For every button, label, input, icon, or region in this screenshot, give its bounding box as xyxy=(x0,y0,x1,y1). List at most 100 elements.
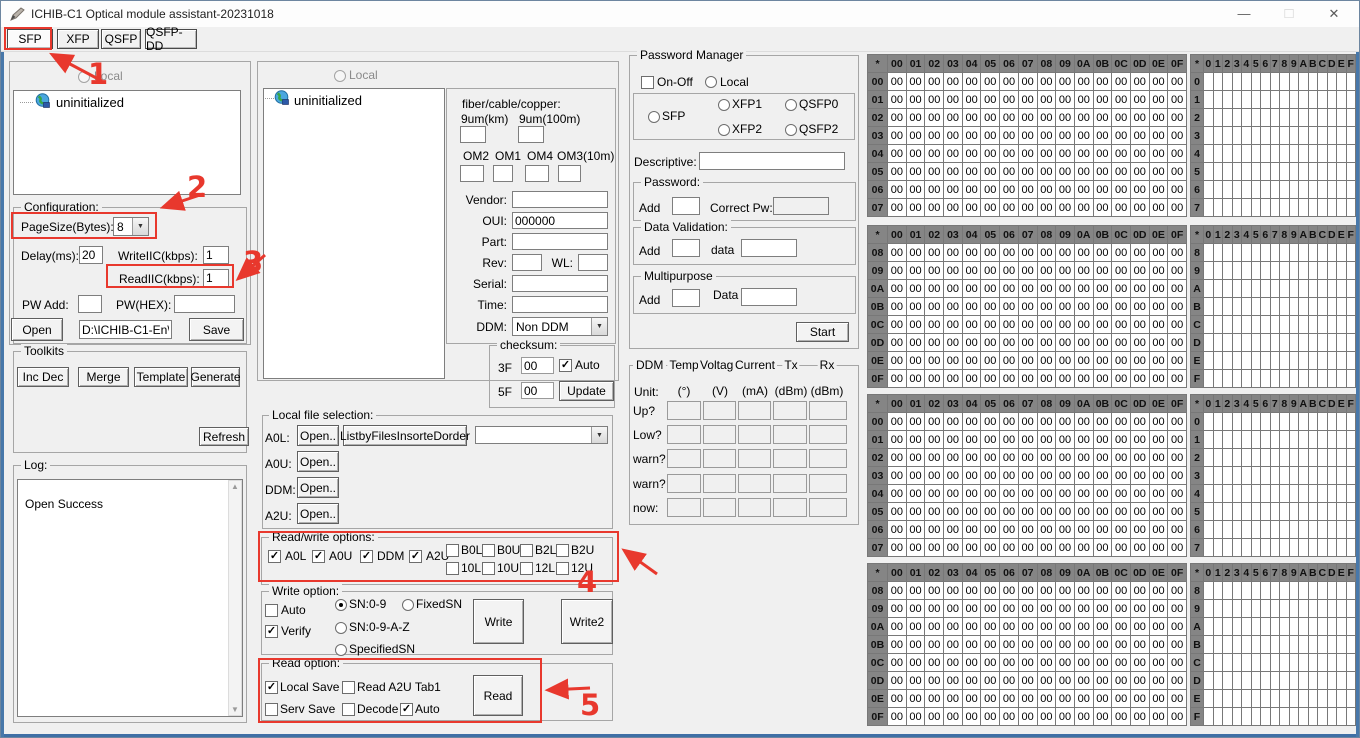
toolkit-merge-button[interactable]: Merge xyxy=(78,367,129,387)
sm-km-input[interactable] xyxy=(460,126,486,143)
write-sn-radio-3[interactable] xyxy=(335,644,347,656)
om4-input[interactable] xyxy=(525,165,549,182)
checksum-3f-input[interactable] xyxy=(521,357,554,374)
pm-mp-data-input[interactable] xyxy=(741,288,797,306)
ascii-table[interactable]: *0123456789ABCDEF89ABCDEF xyxy=(1190,563,1356,726)
chevron-down-icon[interactable]: ▼ xyxy=(591,318,607,335)
ddm-combo[interactable]: Non DDM▼ xyxy=(512,317,608,336)
log-scrollbar[interactable]: ▲ ▼ xyxy=(228,480,242,716)
read-option-auto-checkbox[interactable] xyxy=(400,703,413,716)
file-open-button-ddm[interactable]: Open.. xyxy=(297,477,339,498)
hex-table[interactable]: *000102030405060708090A0B0C0D0E0F0000000… xyxy=(867,54,1187,217)
serial-input[interactable] xyxy=(512,275,608,292)
write-sn-radio-0[interactable] xyxy=(335,599,347,611)
oui-input[interactable] xyxy=(512,212,608,229)
write-verify-checkbox[interactable] xyxy=(265,625,278,638)
rw-option-a0l-checkbox[interactable] xyxy=(268,550,281,563)
pm-module-radio-qsfp0[interactable] xyxy=(785,99,797,111)
pm-dv-add-input[interactable] xyxy=(672,239,700,257)
path-input[interactable] xyxy=(79,320,172,339)
pagesize-combo[interactable]: 8▼ xyxy=(113,217,149,236)
write2-button[interactable]: Write2 xyxy=(561,599,613,644)
log-box[interactable] xyxy=(17,479,243,717)
pm-module-radio-qsfp2[interactable] xyxy=(785,124,797,136)
middle-local-radio[interactable] xyxy=(334,70,346,82)
hex-table[interactable]: *000102030405060708090A0B0C0D0E0F0000000… xyxy=(867,394,1187,557)
pm-correct-pw-input[interactable] xyxy=(773,197,829,215)
toolkit-template-button[interactable]: Template xyxy=(134,367,188,387)
left-tree-item[interactable]: uninitialized xyxy=(56,95,124,110)
sm-100m-input[interactable] xyxy=(518,126,544,143)
rw-option-10l-checkbox[interactable] xyxy=(446,562,459,575)
close-icon[interactable]: ✕ xyxy=(1319,4,1349,24)
tab-qsfp[interactable]: QSFP xyxy=(101,29,141,49)
rev-input[interactable] xyxy=(512,254,542,271)
write-sn-radio-2[interactable] xyxy=(335,622,347,634)
part-input[interactable] xyxy=(512,233,608,250)
ascii-table[interactable]: *0123456789ABCDEF01234567 xyxy=(1190,54,1356,217)
pm-module-radio-sfp[interactable] xyxy=(648,111,660,123)
pw-add-input[interactable] xyxy=(78,295,102,313)
left-local-radio[interactable] xyxy=(78,71,90,83)
rw-option-b0l-checkbox[interactable] xyxy=(446,544,459,557)
rw-option-ddm-checkbox[interactable] xyxy=(360,550,373,563)
ascii-table[interactable]: *0123456789ABCDEF01234567 xyxy=(1190,394,1356,557)
rw-option-b0u-checkbox[interactable] xyxy=(482,544,495,557)
rw-option-a2u-checkbox[interactable] xyxy=(409,550,422,563)
ascii-table[interactable]: *0123456789ABCDEF89ABCDEF xyxy=(1190,225,1356,388)
tab-sfp[interactable]: SFP xyxy=(7,29,53,49)
minimize-icon[interactable]: — xyxy=(1229,4,1259,24)
file-combo[interactable]: ▼ xyxy=(475,426,608,444)
readiic-input[interactable] xyxy=(203,269,229,287)
rw-option-10u-checkbox[interactable] xyxy=(482,562,495,575)
checksum-auto-checkbox[interactable] xyxy=(559,359,572,372)
save-button[interactable]: Save xyxy=(189,318,244,341)
refresh-button[interactable]: Refresh xyxy=(199,427,249,446)
list-by-files-button[interactable]: ListbyFilesInsorteDorder xyxy=(343,425,467,446)
toolkit-generate-button[interactable]: Generate xyxy=(191,367,240,387)
pm-module-radio-xfp1[interactable] xyxy=(718,99,730,111)
write-sn-radio-1[interactable] xyxy=(402,599,414,611)
scroll-up-icon[interactable]: ▲ xyxy=(229,482,241,491)
checksum-5f-input[interactable] xyxy=(521,382,554,399)
file-open-button-a0u[interactable]: Open.. xyxy=(297,451,339,472)
maximize-icon[interactable]: □ xyxy=(1274,4,1304,24)
time-input[interactable] xyxy=(512,296,608,313)
read-option-read-a2u-tab1-checkbox[interactable] xyxy=(342,681,355,694)
tab-xfp[interactable]: XFP xyxy=(57,29,99,49)
pm-mp-add-input[interactable] xyxy=(672,289,700,307)
update-button[interactable]: Update xyxy=(559,381,614,401)
scroll-down-icon[interactable]: ▼ xyxy=(229,705,241,714)
hex-table[interactable]: *000102030405060708090A0B0C0D0E0F0800000… xyxy=(867,563,1187,726)
hex-table[interactable]: *000102030405060708090A0B0C0D0E0F0800000… xyxy=(867,225,1187,388)
rw-option-b2u-checkbox[interactable] xyxy=(556,544,569,557)
file-open-button-a0l[interactable]: Open.. xyxy=(297,425,339,446)
rw-option-12l-checkbox[interactable] xyxy=(520,562,533,575)
open-button[interactable]: Open xyxy=(11,318,63,341)
pm-onoff-checkbox[interactable] xyxy=(641,76,654,89)
read-button[interactable]: Read xyxy=(473,675,523,716)
writeiic-input[interactable] xyxy=(203,246,229,264)
rw-option-a0u-checkbox[interactable] xyxy=(312,550,325,563)
write-auto-checkbox[interactable] xyxy=(265,604,278,617)
chevron-down-icon[interactable]: ▼ xyxy=(132,218,148,235)
om3-input[interactable] xyxy=(558,165,581,182)
tab-qsfp-dd[interactable]: QSFP-DD xyxy=(145,29,197,49)
wl-input[interactable] xyxy=(578,254,608,271)
read-option-local-save-checkbox[interactable] xyxy=(265,681,278,694)
chevron-down-icon[interactable]: ▼ xyxy=(591,427,607,443)
middle-device-tree[interactable] xyxy=(263,88,445,379)
toolkit-inc-dec-button[interactable]: Inc Dec xyxy=(17,367,69,387)
rw-option-b2l-checkbox[interactable] xyxy=(520,544,533,557)
start-button[interactable]: Start xyxy=(796,322,849,342)
pw-hex-input[interactable] xyxy=(174,295,235,313)
rw-option-12u-checkbox[interactable] xyxy=(556,562,569,575)
descriptive-input[interactable] xyxy=(699,152,845,170)
om1-input[interactable] xyxy=(493,165,513,182)
middle-tree-item[interactable]: uninitialized xyxy=(294,93,362,108)
file-open-button-a2u[interactable]: Open.. xyxy=(297,503,339,524)
read-option-decode-checkbox[interactable] xyxy=(342,703,355,716)
delay-input[interactable] xyxy=(79,246,103,264)
pm-module-radio-xfp2[interactable] xyxy=(718,124,730,136)
pm-dv-data-input[interactable] xyxy=(741,239,797,257)
